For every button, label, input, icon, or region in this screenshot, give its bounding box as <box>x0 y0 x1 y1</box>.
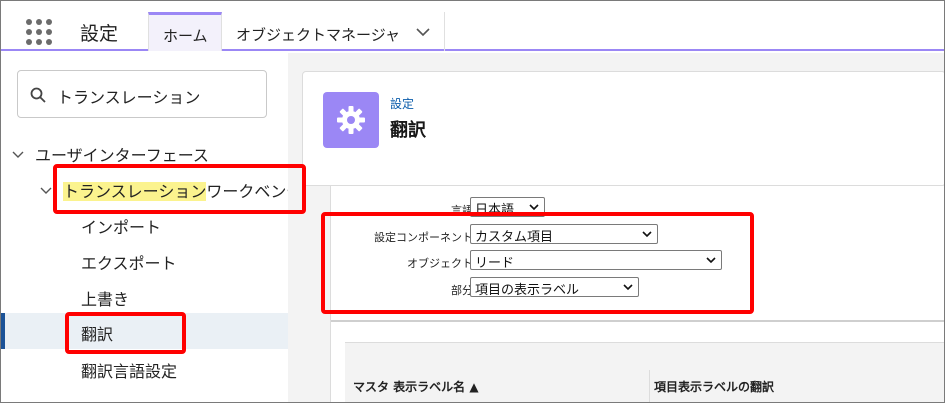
sidebar-item-override[interactable]: 上書き <box>81 286 129 310</box>
chevron-down-icon <box>623 284 633 291</box>
highlighted-search-match: トランスレーション <box>63 182 207 201</box>
chevron-down-icon[interactable] <box>39 184 53 198</box>
gear-icon <box>337 106 365 134</box>
screenshot-frame: 設定 ホーム オブジェクトマネージャ トランスレーション ユーザインターフェース… <box>0 0 945 403</box>
aspect-row: 部分 項目の表示ラベル <box>331 277 944 301</box>
setup-sidebar: トランスレーション ユーザインターフェース トランスレーションワークベンチ イン… <box>1 53 302 402</box>
tab-home-label: ホーム <box>163 27 208 45</box>
aspect-select[interactable]: 項目の表示ラベル <box>470 277 639 298</box>
sidebar-gutter <box>288 53 302 402</box>
component-select-value: カスタム項目 <box>475 230 554 245</box>
app-name: 設定 <box>80 23 119 45</box>
object-select-value: リード <box>475 256 515 271</box>
object-row: オブジェクト リード <box>331 250 944 274</box>
component-row: 設定コンポーネント カスタム項目 <box>331 224 944 248</box>
sidebar-item-translation-workbench[interactable]: トランスレーションワークベンチ <box>63 178 302 202</box>
translation-panel: 言語 日本語 設定コンポーネント カスタム項目 オブジェクト リード 部分 項目… <box>330 186 944 402</box>
chevron-down-icon <box>529 204 539 211</box>
object-label: オブジェクト <box>407 257 473 270</box>
aspect-select-value: 項目の表示ラベル <box>475 283 580 298</box>
language-select[interactable]: 日本語 <box>470 197 545 218</box>
chevron-down-icon <box>642 231 652 238</box>
column-header-translation: 項目表示ラベルの翻訳 <box>654 380 775 394</box>
chevron-down-icon <box>706 257 716 264</box>
column-header-master-label[interactable]: マスタ 表示ラベル名 ▲ <box>353 378 479 395</box>
main-content: 設定 翻訳 言語 日本語 設定コンポーネント カスタム項目 オブジェクト リード… <box>302 53 944 402</box>
quick-find-value: トランスレーション <box>57 88 201 107</box>
chevron-down-icon[interactable] <box>414 23 432 41</box>
tab-object-manager-label: オブジェクトマネージャ <box>236 26 400 44</box>
sidebar-item-translation-language-settings[interactable]: 翻訳言語設定 <box>81 358 177 382</box>
sidebar-item-export[interactable]: エクスポート <box>81 250 177 274</box>
search-icon <box>30 87 46 103</box>
sidebar-item-import[interactable]: インポート <box>81 214 161 238</box>
app-launcher-icon[interactable] <box>26 19 52 45</box>
section-divider <box>331 320 944 322</box>
page-header: 設定 翻訳 <box>302 71 944 186</box>
page-title: 翻訳 <box>390 120 426 141</box>
chevron-down-icon[interactable] <box>11 148 25 162</box>
column-divider <box>649 370 650 402</box>
setup-gear-icon <box>323 92 379 148</box>
global-header: 設定 ホーム オブジェクトマネージャ <box>1 1 944 51</box>
language-row: 言語 日本語 <box>331 197 944 221</box>
component-label: 設定コンポーネント <box>374 231 473 244</box>
sidebar-selected-row <box>1 313 288 349</box>
breadcrumb[interactable]: 設定 <box>390 95 414 112</box>
tab-object-manager[interactable]: オブジェクトマネージャ <box>223 12 445 51</box>
object-select[interactable]: リード <box>470 250 722 271</box>
tab-home[interactable]: ホーム <box>148 12 222 51</box>
sidebar-item-user-interface[interactable]: ユーザインターフェース <box>35 142 209 166</box>
component-select[interactable]: カスタム項目 <box>470 224 658 245</box>
sidebar-item-translate[interactable]: 翻訳 <box>81 321 113 345</box>
language-select-value: 日本語 <box>475 203 515 218</box>
quick-find-input[interactable]: トランスレーション <box>17 70 267 118</box>
